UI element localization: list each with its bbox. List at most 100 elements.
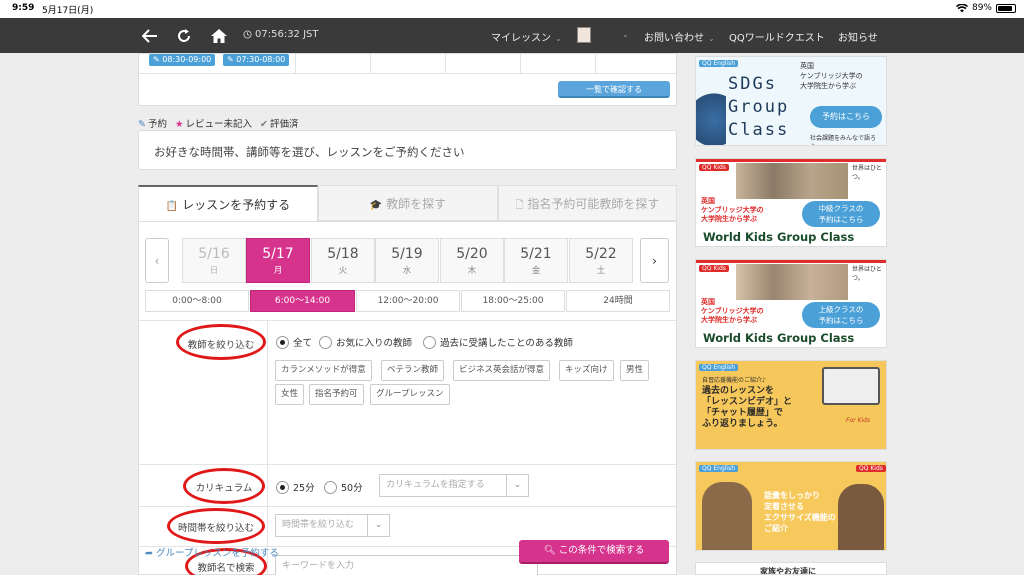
check-icon: ✔ <box>260 119 268 130</box>
time-band[interactable]: 24時間 <box>566 290 670 312</box>
star-icon: ★ <box>174 119 184 130</box>
chip-business-english[interactable]: ビジネス英会話が得意 <box>453 360 551 381</box>
keyword-input[interactable]: キーワードを入力 <box>275 555 538 575</box>
qq-english-logo: QQ English <box>699 60 739 67</box>
teacher-name-label: 教師名で検索 <box>197 563 255 574</box>
time-band-selected[interactable]: 6:00〜14:00 <box>250 290 355 312</box>
view-list-button[interactable]: 一覧で確認する <box>558 81 670 98</box>
back-arrow-icon[interactable] <box>140 26 160 46</box>
pencil-icon: ✎ <box>138 119 146 130</box>
document-icon: 🗋 <box>515 200 524 211</box>
student-photo <box>702 482 752 550</box>
banner-world-kids-advanced[interactable]: QQ Kids 世界はひとつ。 英国 ケンブリッジ大学の 大学院生から学ぶ 上級… <box>695 259 887 348</box>
chevron-down-icon: ⌄ <box>506 475 528 496</box>
avatar[interactable] <box>577 27 591 43</box>
intermediate-book-button[interactable]: 中級クラスの 予約はこちら <box>802 201 880 227</box>
reserved-slot[interactable]: ✎ 07:30-08:00 <box>223 54 290 66</box>
time-band[interactable]: 0:00〜8:00 <box>145 290 249 312</box>
search-button[interactable]: 🔍︎ この条件で検索する <box>519 540 669 564</box>
share-arrow-icon: ➦ <box>145 548 153 559</box>
globe-illustration <box>696 57 726 145</box>
battery-icon <box>996 3 1016 13</box>
tab-find-teacher[interactable]: 🎓 教師を探す <box>318 185 498 221</box>
curriculum-label: カリキュラム <box>195 483 253 494</box>
chevron-down-icon: ⌄ <box>708 34 715 43</box>
chevron-down-icon[interactable]: ⌄ <box>618 29 629 40</box>
timezone-select[interactable]: 時間帯を絞り込む ⌄ <box>275 514 390 537</box>
chevron-down-icon: ⌄ <box>555 34 562 43</box>
day-cell[interactable]: 5/16 日 <box>182 238 246 283</box>
radio-50min[interactable]: 50分 <box>324 480 363 494</box>
clipboard-icon: 📋 <box>165 201 179 212</box>
day-cell[interactable]: 5/19 水 <box>375 238 439 283</box>
radio-favorite-teachers[interactable]: お気に入りの教師 <box>319 335 412 349</box>
next-week-button[interactable]: › <box>640 238 669 283</box>
clock-icon <box>243 30 252 39</box>
chip-male[interactable]: 男性 <box>620 360 650 381</box>
laptop-illustration <box>822 367 880 405</box>
qq-english-logo: QQ English <box>699 465 739 472</box>
day-cell[interactable]: 5/22 土 <box>569 238 633 283</box>
group-lesson-link[interactable]: ➦ グループレッスンを予約する <box>145 545 279 559</box>
booking-panel: ‹ 5/16 日 5/17 月 5/18 火 5/19 水 5/20 木 5/21 金 5/… <box>138 221 677 575</box>
radio-all-teachers[interactable]: 全て <box>276 335 312 349</box>
student-photo <box>838 484 884 550</box>
banner-sdgs-group-class[interactable]: QQ English 英国 ケンブリッジ大学の 大学院生から学ぶ SDGs Gr… <box>695 56 887 146</box>
world-quest-link[interactable]: QQワールドクエスト <box>729 29 825 44</box>
status-date: 5月17日(月) <box>42 6 94 16</box>
day-cell-selected[interactable]: 5/17 月 <box>246 238 310 283</box>
banner-refer-friend[interactable]: 家族やお友達に <box>695 562 887 575</box>
qq-kids-logo: QQ Kids <box>856 465 886 472</box>
qq-kids-logo: QQ Kids <box>699 164 729 171</box>
ios-status-bar: 9:59 5月17日(月) 89% <box>0 0 1024 18</box>
chip-callan-method[interactable]: カランメソッドが得意 <box>275 360 372 381</box>
chip-nomination[interactable]: 指名予約可 <box>309 384 364 405</box>
time-band[interactable]: 12:00〜20:00 <box>356 290 460 312</box>
qq-kids-logo: QQ Kids <box>699 265 729 272</box>
day-cell[interactable]: 5/18 火 <box>311 238 375 283</box>
reserved-slot[interactable]: ✎ 08:30-09:00 <box>149 54 216 66</box>
tab-find-nominated-teacher[interactable]: 🗋 指名予約可能教師を探す <box>498 185 677 221</box>
chip-female[interactable]: 女性 <box>275 384 305 405</box>
legend: ✎ 予約 ★ レビュー未記入 ✔ 評価済 <box>138 119 299 130</box>
students-photo <box>736 264 848 300</box>
intro-message: お好きな時間帯、講師等を選び、レッスンをご予約ください <box>138 130 677 170</box>
day-cell[interactable]: 5/21 金 <box>504 238 568 283</box>
my-lesson-menu[interactable]: マイレッスン ⌄ <box>491 29 562 44</box>
banner-title: World Kids Group Class <box>703 331 855 345</box>
radio-25min[interactable]: 25分 <box>276 480 315 494</box>
wifi-icon <box>955 3 968 12</box>
time-band[interactable]: 18:00〜25:00 <box>461 290 565 312</box>
curriculum-select[interactable]: カリキュラムを指定する ⌄ <box>379 474 529 497</box>
chevron-left-icon: ‹ <box>154 254 160 268</box>
home-icon[interactable] <box>209 26 229 46</box>
chip-veteran[interactable]: ベテラン教師 <box>381 360 445 381</box>
previous-week-button[interactable]: ‹ <box>145 238 169 283</box>
banner-lesson-video[interactable]: QQ English 自習応援機能のご紹介♪ 過去のレッスンを 「レッスンビデオ… <box>695 360 887 450</box>
booking-tabs: 📋 レッスンを予約する 🎓 教師を探す 🗋 指名予約可能教師を探す <box>138 185 677 221</box>
battery-percent: 89% <box>971 3 992 13</box>
qq-english-logo: QQ English <box>699 364 739 371</box>
day-cell[interactable]: 5/20 木 <box>440 238 504 283</box>
tab-book-lesson[interactable]: 📋 レッスンを予約する <box>138 185 318 221</box>
top-navigation: 07:56:32 JST マイレッスン ⌄ ⌄ お問い合わせ ⌄ QQワールドクエス… <box>0 18 1024 53</box>
chip-group-lesson[interactable]: グループレッスン <box>370 384 450 405</box>
status-time: 9:59 <box>12 3 35 13</box>
timezone-filter-label: 時間帯を絞り込む <box>177 523 254 534</box>
news-link[interactable]: お知らせ <box>838 29 878 44</box>
banner-world-kids-intermediate[interactable]: QQ Kids 世界はひとつ。 英国 ケンブリッジ大学の 大学院生から学ぶ 中級… <box>695 158 887 247</box>
chip-kids[interactable]: キッズ向け <box>559 360 614 381</box>
students-photo <box>736 163 848 199</box>
reload-icon[interactable] <box>174 26 194 46</box>
advanced-book-button[interactable]: 上級クラスの 予約はこちら <box>802 302 880 328</box>
radio-past-teachers[interactable]: 過去に受講したことのある教師 <box>423 335 573 349</box>
contact-menu[interactable]: お問い合わせ ⌄ <box>644 29 715 44</box>
graduation-cap-icon: 🎓 <box>369 200 383 211</box>
book-now-button[interactable]: 予約はこちら <box>810 106 882 128</box>
schedule-summary-card: ✎ 08:30-09:00 ✎ 07:30-08:00 一覧で確認する <box>138 53 678 106</box>
banner-title: SDGs <box>728 74 777 94</box>
chevron-right-icon: › <box>652 254 657 268</box>
chevron-down-icon: ⌄ <box>367 515 389 536</box>
server-clock: 07:56:32 JST <box>255 29 319 40</box>
banner-exercise-feature[interactable]: QQ English QQ Kids 語彙をしっかり 定着させる エクササイズ機… <box>695 461 887 551</box>
